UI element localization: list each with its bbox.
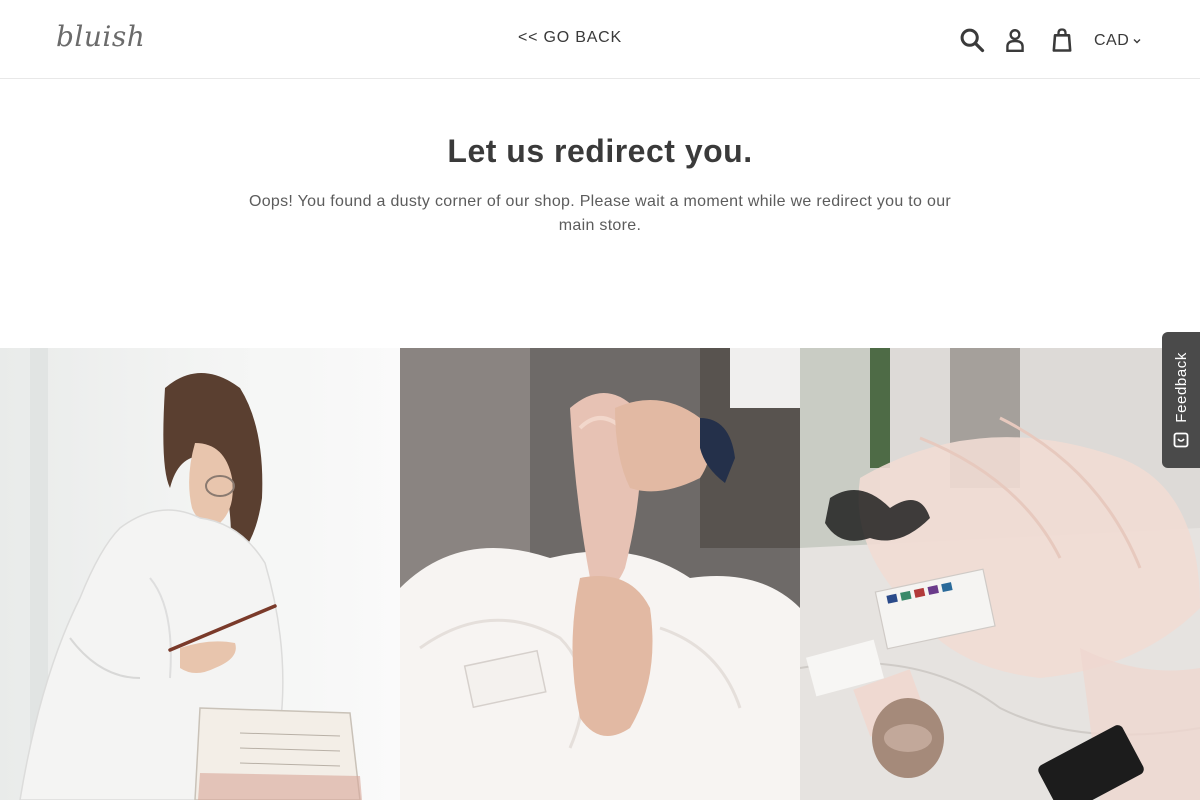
feedback-button[interactable]: Feedback — [1162, 332, 1200, 468]
tulle-workspace-photo — [800, 348, 1200, 800]
redirect-message: Oops! You found a dusty corner of our sh… — [248, 193, 952, 234]
currency-selector[interactable]: CAD — [1094, 32, 1142, 50]
image-gallery — [0, 348, 1200, 800]
cart-icon[interactable] — [1048, 24, 1076, 56]
woman-writing-photo — [0, 348, 400, 800]
brand-logo[interactable]: bluish — [56, 20, 145, 53]
go-back-link[interactable]: << GO BACK — [500, 29, 640, 47]
page-title: Let us redirect you. — [447, 133, 753, 169]
chevron-down-icon — [1133, 39, 1141, 44]
feedback-label: Feedback — [1172, 351, 1190, 423]
currency-value: CAD — [1094, 32, 1130, 49]
search-icon[interactable] — [958, 24, 986, 56]
site-header: bluish << GO BACK CAD — [0, 0, 1200, 79]
redirect-section: Let us redirect you. Oops! You found a d… — [0, 133, 1200, 238]
feedback-icon — [1173, 432, 1189, 448]
fabric-handling-photo — [400, 348, 800, 800]
account-icon[interactable] — [1002, 24, 1028, 56]
